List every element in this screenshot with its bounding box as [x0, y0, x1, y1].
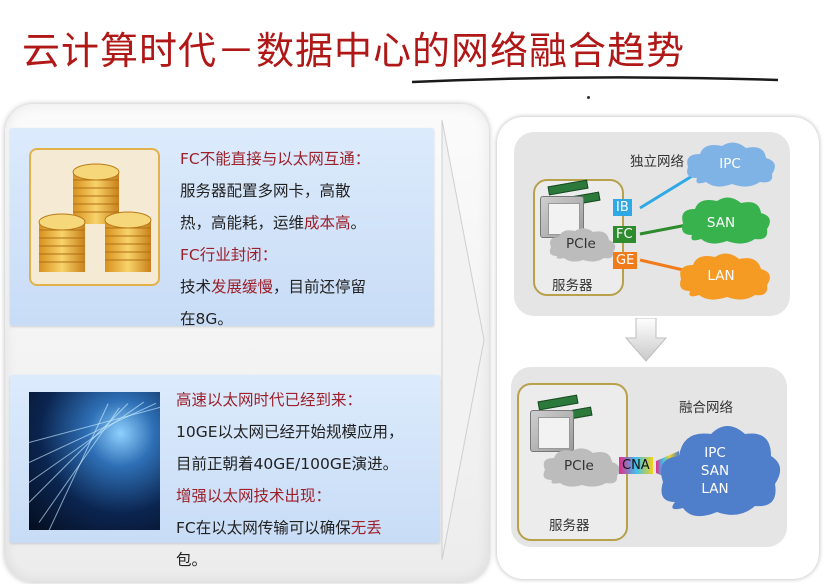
right-arrow-icon	[441, 120, 485, 560]
page-title: 云计算时代－数据中心的网络融合趋势	[22, 29, 686, 73]
card2-heading-2: 增强以太网技术出现：	[176, 487, 332, 505]
card2-text-2: 10GE以太网已经开始规模应用，	[176, 423, 404, 441]
down-arrow-icon	[625, 318, 667, 362]
cloud-line-ipc: IPC	[704, 445, 726, 461]
card1-text-6: 在8G。	[180, 310, 233, 328]
cloud-line-san: SAN	[700, 463, 730, 479]
card1-text-3: 热，高能耗，运维成本高。	[180, 214, 367, 232]
optical-fiber-image	[29, 392, 160, 530]
converged-cloud-label: IPC SAN LAN	[695, 444, 735, 498]
card1-text-5: 技术发展缓慢，目前还停留	[180, 278, 367, 296]
port-cna: CNA	[619, 457, 653, 474]
port-ib: IB	[613, 199, 632, 216]
card1-heading-1: FC不能直接与以太网互通：	[180, 150, 371, 168]
cloud-san-label: SAN	[706, 215, 736, 231]
pcie-label-bottom: PCIe	[564, 458, 594, 474]
card1-heading-2: FC行业封闭：	[180, 246, 278, 264]
cloud-ipc-label: IPC	[719, 156, 741, 172]
card1-text-2: 服务器配置多网卡，高散	[180, 182, 351, 200]
pcie-label-top: PCIe	[566, 236, 596, 252]
server-label-bottom: 服务器	[549, 518, 590, 534]
card2-heading-1: 高速以太网时代已经到来：	[176, 391, 363, 409]
card2-text-3: 目前正朝着40GE/100GE演进。	[176, 455, 399, 473]
cloud-line-lan: LAN	[701, 481, 729, 497]
decorative-dot	[587, 96, 590, 99]
card2-text-6: 包。	[176, 551, 208, 569]
card2-text-5: FC在以太网传输可以确保无丢	[176, 519, 382, 537]
cloud-lan-label: LAN	[707, 268, 735, 284]
coin-stack-image	[29, 148, 160, 286]
port-fc: FC	[613, 226, 636, 243]
server-label-top: 服务器	[552, 278, 593, 294]
title-underline	[411, 76, 779, 84]
port-ge: GE	[613, 252, 638, 269]
